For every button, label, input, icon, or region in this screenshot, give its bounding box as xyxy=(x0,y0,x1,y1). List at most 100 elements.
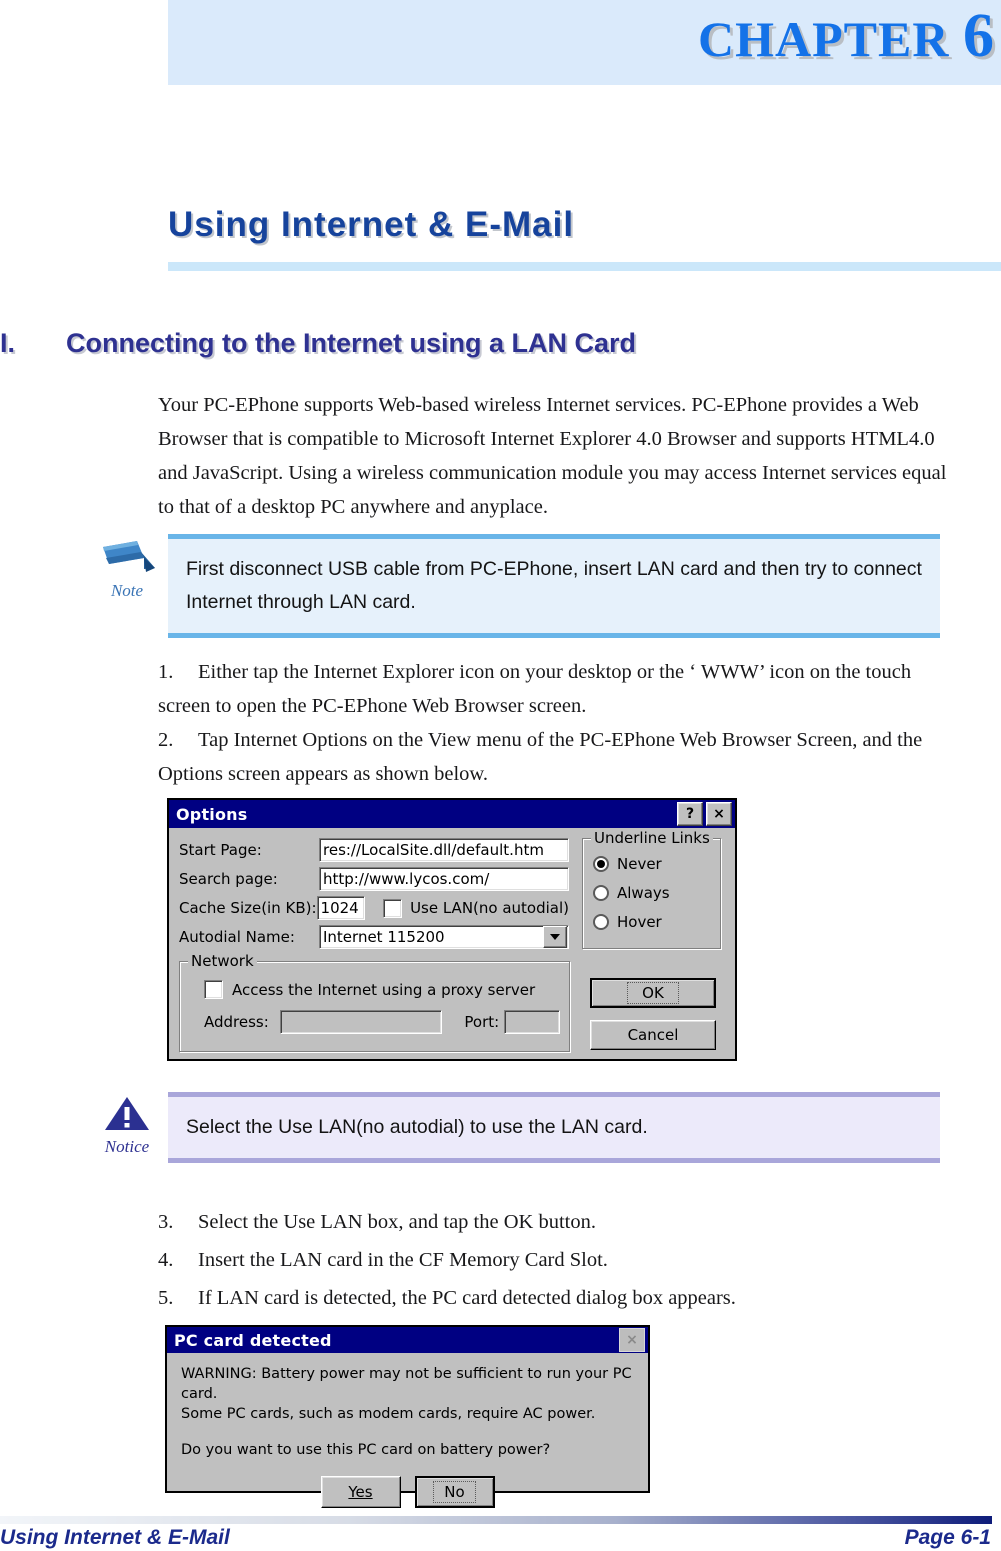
pc-card-detected-dialog: PC card detected × WARNING: Battery powe… xyxy=(165,1325,650,1508)
radio-never-indicator[interactable] xyxy=(593,856,609,872)
port-input[interactable] xyxy=(504,1010,560,1034)
start-page-input[interactable]: res://LocalSite.dll/default.htm xyxy=(319,838,569,862)
chapter-label: CHAPTER xyxy=(698,11,950,67)
radio-never[interactable]: Never xyxy=(593,855,713,873)
use-lan-checkbox-row[interactable]: Use LAN(no autodial) xyxy=(383,898,569,918)
note-callout: Note First disconnect USB cable from PC-… xyxy=(0,534,1001,638)
close-icon[interactable]: × xyxy=(619,1328,645,1352)
proxy-checkbox-row[interactable]: Access the Internet using a proxy server xyxy=(204,980,560,999)
radio-hover-indicator[interactable] xyxy=(593,914,609,930)
step-number-3: 3. xyxy=(158,1211,174,1233)
no-button-label: No xyxy=(433,1481,476,1503)
pc-card-warning-line-1: WARNING: Battery power may not be suffic… xyxy=(181,1366,632,1402)
underline-links-group: Underline Links Never Always Hover xyxy=(582,829,722,950)
section-title: Connecting to the Internet using a LAN C… xyxy=(66,328,637,358)
pc-card-button-row: Yes No xyxy=(181,1476,634,1508)
autodial-label: Autodial Name: xyxy=(179,928,295,946)
network-group-legend: Network xyxy=(188,952,257,970)
footer-rule xyxy=(0,1516,992,1524)
radio-hover-label: Hover xyxy=(617,913,662,931)
search-page-label: Search page: xyxy=(179,870,278,888)
close-icon[interactable]: × xyxy=(706,802,732,826)
note-text: First disconnect USB cable from PC-EPhon… xyxy=(186,558,922,613)
step-text-1: Either tap the Internet Explorer icon on… xyxy=(158,661,912,717)
step-number-1: 1. xyxy=(158,661,174,683)
help-button[interactable]: ? xyxy=(677,802,703,826)
use-lan-label: Use LAN(no autodial) xyxy=(410,899,569,917)
page-title: Using Internet & E-Mail xyxy=(168,205,575,244)
chapter-number: 6 xyxy=(963,2,995,70)
cache-size-row: Cache Size(in KB): 1024 Use LAN(no autod… xyxy=(179,896,569,920)
options-dialog: Options ? × Start Page: res://LocalSite.… xyxy=(167,798,737,1061)
note-tag: Note xyxy=(110,581,144,600)
yes-button[interactable]: Yes xyxy=(320,1476,401,1508)
step-number-2: 2. xyxy=(158,729,174,751)
warning-triangle-icon xyxy=(105,1097,149,1130)
autodial-row: Autodial Name: Internet 115200 xyxy=(179,925,569,949)
chevron-down-icon[interactable] xyxy=(543,926,567,948)
chapter-title: CHAPTER 6 xyxy=(698,5,995,69)
cancel-button-label: Cancel xyxy=(627,1026,679,1044)
ok-button-label: OK xyxy=(627,982,679,1004)
title-underline-rule xyxy=(168,262,1001,271)
step-item-2: 2. Tap Internet Options on the View menu … xyxy=(158,723,953,791)
proxy-label: Access the Internet using a proxy server xyxy=(232,980,536,999)
use-lan-checkbox[interactable] xyxy=(383,898,403,918)
underline-links-legend: Underline Links xyxy=(591,829,713,847)
radio-always[interactable]: Always xyxy=(593,884,713,902)
step-text-4: Insert the LAN card in the CF Memory Car… xyxy=(198,1249,608,1271)
search-page-input[interactable]: http://www.lycos.com/ xyxy=(319,867,569,891)
address-input[interactable] xyxy=(280,1010,443,1034)
step-text-5: If LAN card is detected, the PC card det… xyxy=(198,1287,736,1309)
address-label: Address: xyxy=(204,1013,269,1031)
cancel-button[interactable]: Cancel xyxy=(590,1020,716,1050)
step-item-4: 4. Insert the LAN card in the CF Memory C… xyxy=(158,1243,953,1277)
intro-paragraph-text: Your PC-EPhone supports Web-based wirele… xyxy=(158,394,947,518)
note-box: First disconnect USB cable from PC-EPhon… xyxy=(168,534,940,638)
step-item-5: 5. If LAN card is detected, the PC card d… xyxy=(158,1281,953,1315)
address-port-row: Address: Port: xyxy=(204,1010,560,1034)
radio-always-indicator[interactable] xyxy=(593,885,609,901)
pc-card-warning-line-2: Some PC cards, such as modem cards, requ… xyxy=(181,1406,596,1422)
network-group: Network Access the Internet using a prox… xyxy=(179,952,571,1053)
pc-card-dialog-body: WARNING: Battery power may not be suffic… xyxy=(167,1353,648,1519)
start-page-label: Start Page: xyxy=(179,841,262,859)
notice-tag: Notice xyxy=(104,1137,150,1156)
search-page-row: Search page: http://www.lycos.com/ xyxy=(179,867,569,891)
footer-page-number: Page 6-1 xyxy=(904,1526,991,1549)
pc-card-dialog-titlebar[interactable]: PC card detected × xyxy=(167,1327,648,1353)
notice-icon-wrapper: Notice xyxy=(92,1094,162,1157)
proxy-checkbox[interactable] xyxy=(204,980,223,999)
step-number-5: 5. xyxy=(158,1287,174,1309)
start-page-row: Start Page: res://LocalSite.dll/default.… xyxy=(179,838,569,862)
pencil-icon xyxy=(103,541,155,572)
options-dialog-titlebar[interactable]: Options ? × xyxy=(169,800,735,828)
autodial-combobox[interactable]: Internet 115200 xyxy=(319,925,569,949)
intro-paragraph: Your PC-EPhone supports Web-based wirele… xyxy=(158,388,948,524)
options-dialog-title: Options xyxy=(176,804,248,824)
chapter-header-band: CHAPTER 6 xyxy=(168,0,1001,85)
cache-size-input[interactable]: 1024 xyxy=(316,896,366,920)
autodial-value: Internet 115200 xyxy=(323,927,445,946)
radio-never-label: Never xyxy=(617,855,662,873)
notice-callout: Notice Select the Use LAN(no autodial) t… xyxy=(0,1092,1001,1172)
step-text-2: Tap Internet Options on the View menu of… xyxy=(158,729,923,785)
cache-size-label: Cache Size(in KB): xyxy=(179,899,317,917)
section-heading: I. Connecting to the Internet using a LAN… xyxy=(0,328,960,359)
ok-button[interactable]: OK xyxy=(590,978,716,1008)
port-label: Port: xyxy=(464,1013,500,1031)
section-number: I. xyxy=(0,328,16,358)
pc-card-dialog-title: PC card detected xyxy=(174,1330,332,1350)
no-button[interactable]: No xyxy=(414,1476,495,1508)
step-text-3: Select the Use LAN box, and tap the OK b… xyxy=(198,1211,596,1233)
footer-left-text: Using Internet & E-Mail xyxy=(0,1526,230,1549)
pc-card-question-line: Do you want to use this PC card on batte… xyxy=(181,1442,551,1458)
radio-hover[interactable]: Hover xyxy=(593,913,713,931)
yes-button-label: Yes xyxy=(348,1483,373,1501)
step-item-3: 3. Select the Use LAN box, and tap the OK… xyxy=(158,1205,953,1239)
notice-box: Select the Use LAN(no autodial) to use t… xyxy=(168,1092,940,1163)
options-dialog-body: Start Page: res://LocalSite.dll/default.… xyxy=(169,828,735,1053)
note-icon-wrapper: Note xyxy=(92,538,162,601)
radio-always-label: Always xyxy=(617,884,670,902)
step-number-4: 4. xyxy=(158,1249,174,1271)
